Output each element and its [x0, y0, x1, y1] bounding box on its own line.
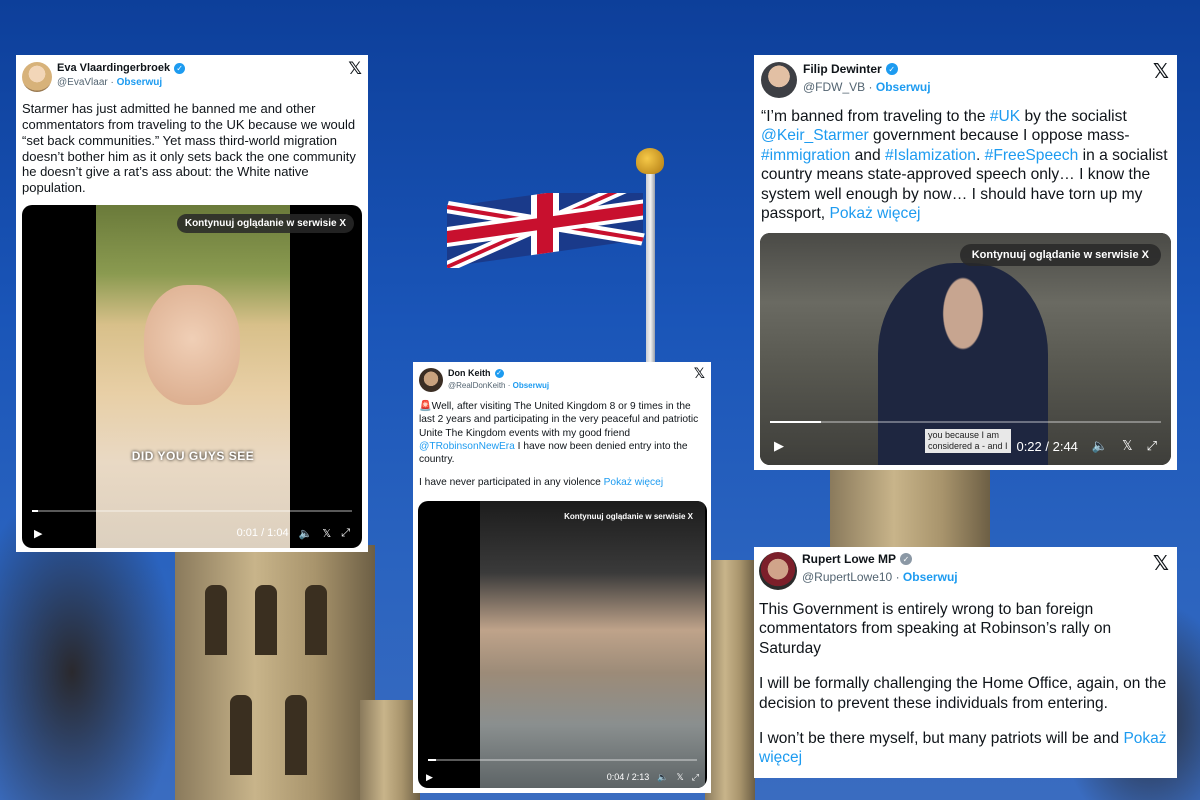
- author-name[interactable]: Don Keith: [448, 368, 491, 378]
- follow-button[interactable]: Obserwuj: [903, 570, 958, 584]
- gothic-tower: [175, 545, 375, 800]
- tweet-text: This Government is entirely wrong to ban…: [754, 592, 1177, 768]
- fullscreen-icon[interactable]: ⤢: [1147, 438, 1157, 454]
- x-logo-icon[interactable]: 𝕏: [348, 59, 362, 79]
- continue-watching-button[interactable]: Kontynuuj oglądanie w serwisie X: [959, 244, 1161, 266]
- avatar[interactable]: [761, 62, 797, 98]
- verified-badge-icon: ✓: [885, 63, 898, 75]
- flagpole-finial: [636, 148, 664, 174]
- hashtag-link[interactable]: #UK: [990, 108, 1020, 125]
- avatar[interactable]: [22, 62, 52, 92]
- follow-button[interactable]: Obserwuj: [117, 77, 163, 88]
- video-subject: [144, 285, 240, 405]
- verified-badge-icon: ✓: [494, 368, 504, 378]
- author-handle[interactable]: @RupertLowe10: [802, 570, 892, 584]
- verified-badge-icon: ✓: [900, 553, 913, 565]
- tweet-text: “I’m banned from traveling to the #UK by…: [754, 100, 1177, 224]
- mention-link[interactable]: @TRobinsonNewEra: [419, 441, 515, 452]
- play-icon[interactable]: ▶: [774, 438, 784, 454]
- continue-watching-button[interactable]: Kontynuuj oglądanie w serwisie X: [176, 214, 354, 233]
- show-more-link[interactable]: Pokaż więcej: [604, 477, 663, 488]
- flagpole: [646, 160, 655, 380]
- show-more-link[interactable]: Pokaż więcej: [829, 205, 920, 222]
- author-name[interactable]: Eva Vlaardingerbroek: [57, 62, 170, 74]
- tweet-header: Filip Dewinter ✓ @FDW_VB · Obserwuj 𝕏: [754, 55, 1177, 100]
- union-jack-flag: [447, 193, 645, 268]
- gothic-spire: [360, 700, 420, 800]
- tweet-text-part: I have never participated in any violenc…: [419, 477, 604, 489]
- tweet-header: Rupert Lowe MP ✓ @RupertLowe10 · Obserwu…: [754, 547, 1177, 592]
- tweet-text: 🚨Well, after visiting The United Kingdom…: [413, 394, 711, 490]
- tweet-text: Starmer has just admitted he banned me a…: [22, 101, 356, 196]
- tweet-text-part: and: [850, 146, 885, 164]
- tweet-card[interactable]: Don Keith ✓ @RealDonKeith · Obserwuj 𝕏 🚨…: [413, 362, 711, 793]
- tweet-card[interactable]: Rupert Lowe MP ✓ @RupertLowe10 · Obserwu…: [754, 547, 1177, 778]
- x-logo-icon[interactable]: 𝕏: [694, 365, 705, 382]
- progress-bar[interactable]: [32, 510, 352, 512]
- progress-bar[interactable]: [770, 421, 1161, 423]
- follow-button[interactable]: Obserwuj: [876, 80, 931, 94]
- tweet-paragraph: I won’t be there myself, but many patrio…: [759, 729, 1172, 768]
- tweet-text-part: by the socialist: [1020, 108, 1127, 125]
- video-caption: DID YOU GUYS SEE: [131, 449, 255, 463]
- avatar[interactable]: [419, 368, 443, 392]
- author-name[interactable]: Filip Dewinter: [803, 62, 882, 76]
- volume-icon[interactable]: 🔈: [657, 772, 668, 783]
- video-player[interactable]: DID YOU GUYS SEE Kontynuuj oglądanie w s…: [22, 205, 362, 548]
- video-time: 0:01 / 1:04: [236, 527, 289, 539]
- progress-bar[interactable]: [428, 759, 697, 761]
- tweet-paragraph: This Government is entirely wrong to ban…: [759, 601, 1112, 657]
- tweet-card[interactable]: Eva Vlaardingerbroek ✓ @EvaVlaar · Obser…: [16, 55, 368, 552]
- video-controls: ▶ 0:01 / 1:04 🔈 𝕏 ⤢: [22, 518, 362, 548]
- tweet-card[interactable]: Filip Dewinter ✓ @FDW_VB · Obserwuj 𝕏 “I…: [754, 55, 1177, 470]
- x-logo-icon[interactable]: 𝕏: [677, 772, 684, 783]
- tweet-text-part: government because I oppose mass-: [868, 127, 1130, 145]
- video-player[interactable]: you because I am considered a - and I Ko…: [760, 233, 1171, 465]
- hashtag-link[interactable]: #Islamization: [885, 147, 976, 164]
- continue-watching-button[interactable]: Kontynuuj oglądanie w serwisie X: [558, 509, 699, 524]
- play-icon[interactable]: ▶: [426, 772, 433, 783]
- x-logo-icon[interactable]: 𝕏: [1153, 551, 1169, 576]
- author-handle[interactable]: @FDW_VB: [803, 80, 865, 94]
- video-frame: DID YOU GUYS SEE: [96, 205, 290, 548]
- play-icon[interactable]: ▶: [34, 527, 42, 540]
- tweet-header: Don Keith ✓ @RealDonKeith · Obserwuj 𝕏: [413, 362, 711, 394]
- fullscreen-icon[interactable]: ⤢: [341, 527, 350, 540]
- x-logo-icon[interactable]: 𝕏: [1122, 438, 1132, 454]
- follow-button[interactable]: Obserwuj: [513, 381, 549, 390]
- author-handle[interactable]: @EvaVlaar: [57, 77, 108, 88]
- video-controls: ▶ 0:04 / 2:13 🔈 𝕏 ⤢: [418, 766, 707, 788]
- volume-icon[interactable]: 🔈: [1092, 438, 1108, 454]
- x-logo-icon[interactable]: 𝕏: [322, 527, 331, 540]
- hashtag-link[interactable]: #immigration: [761, 147, 850, 164]
- video-time: 0:22 / 2:44: [1016, 438, 1078, 454]
- tweet-header: Eva Vlaardingerbroek ✓ @EvaVlaar · Obser…: [16, 55, 368, 95]
- x-logo-icon[interactable]: 𝕏: [1153, 59, 1169, 84]
- tweet-text-part: 🚨Well, after visiting The United Kingdom…: [419, 401, 699, 439]
- volume-icon[interactable]: 🔈: [299, 527, 313, 540]
- hashtag-link[interactable]: #FreeSpeech: [985, 147, 1079, 164]
- tweet-paragraph: I will be formally challenging the Home …: [759, 675, 1167, 712]
- video-time: 0:04 / 2:13: [606, 772, 650, 782]
- video-player[interactable]: Kontynuuj oglądanie w serwisie X ▶ 0:04 …: [418, 501, 707, 788]
- video-controls: ▶ 0:22 / 2:44 🔈 𝕏 ⤢: [760, 427, 1171, 465]
- tweet-text-part: .: [975, 146, 985, 164]
- avatar[interactable]: [759, 552, 797, 590]
- fullscreen-icon[interactable]: ⤢: [692, 772, 699, 783]
- author-name[interactable]: Rupert Lowe MP: [802, 552, 896, 566]
- verified-badge-icon: ✓: [174, 62, 186, 74]
- tweet-text-part: “I’m banned from traveling to the: [761, 108, 990, 125]
- mention-link[interactable]: @Keir_Starmer: [761, 127, 869, 144]
- author-handle[interactable]: @RealDonKeith: [448, 381, 505, 390]
- gothic-spire: [705, 560, 755, 800]
- video-frame: [480, 501, 705, 788]
- tweet-text-part: I won’t be there myself, but many patrio…: [759, 729, 1124, 747]
